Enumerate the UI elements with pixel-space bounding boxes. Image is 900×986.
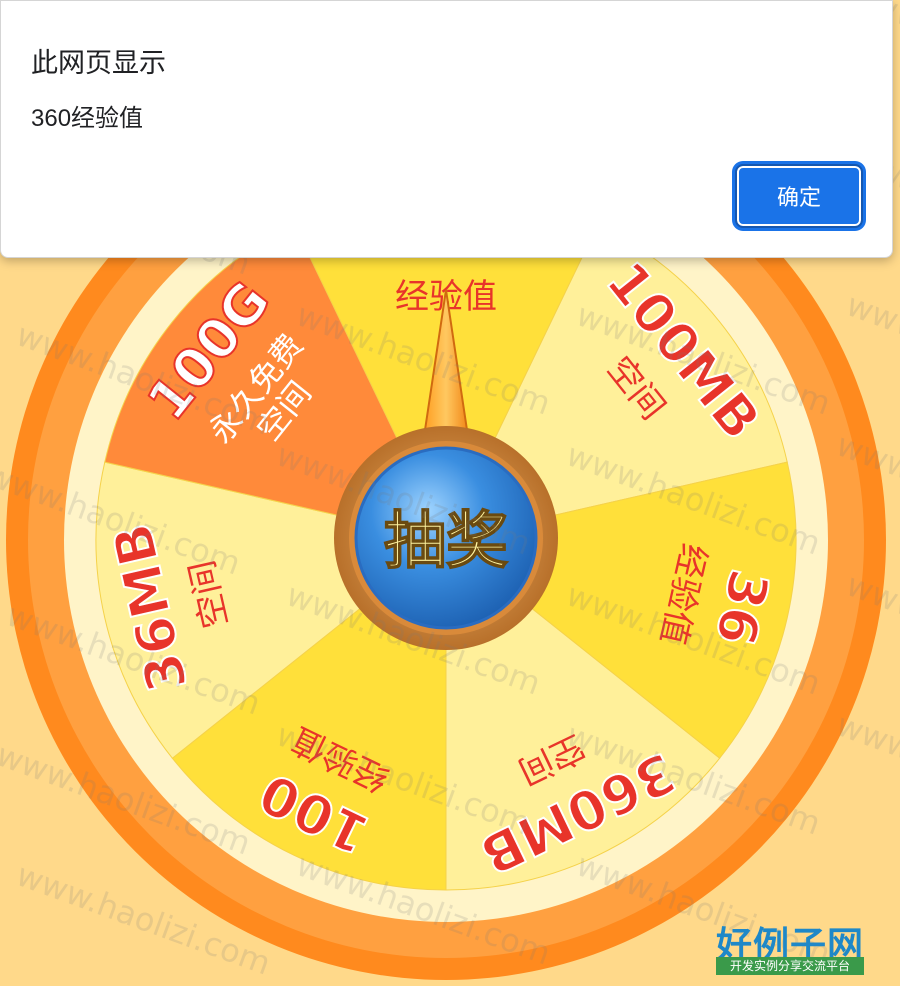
dialog-title: 此网页显示 <box>31 48 166 78</box>
site-logo: 好例子网 开发实例分享交流平台 <box>714 914 866 976</box>
lottery-page: 360经验值100MB空间36经验值360MB空间100经验值36MB空间100… <box>0 0 900 986</box>
dialog-message: 360经验值 <box>31 105 144 132</box>
logo-tagline: 开发实例分享交流平台 <box>716 957 864 975</box>
ok-button[interactable]: 确定 <box>735 164 863 228</box>
draw-button-label[interactable]: 抽奖 <box>383 503 509 578</box>
alert-dialog: 此网页显示 360经验值 确定 <box>0 0 893 258</box>
draw-button[interactable]: 抽奖 <box>354 446 538 630</box>
